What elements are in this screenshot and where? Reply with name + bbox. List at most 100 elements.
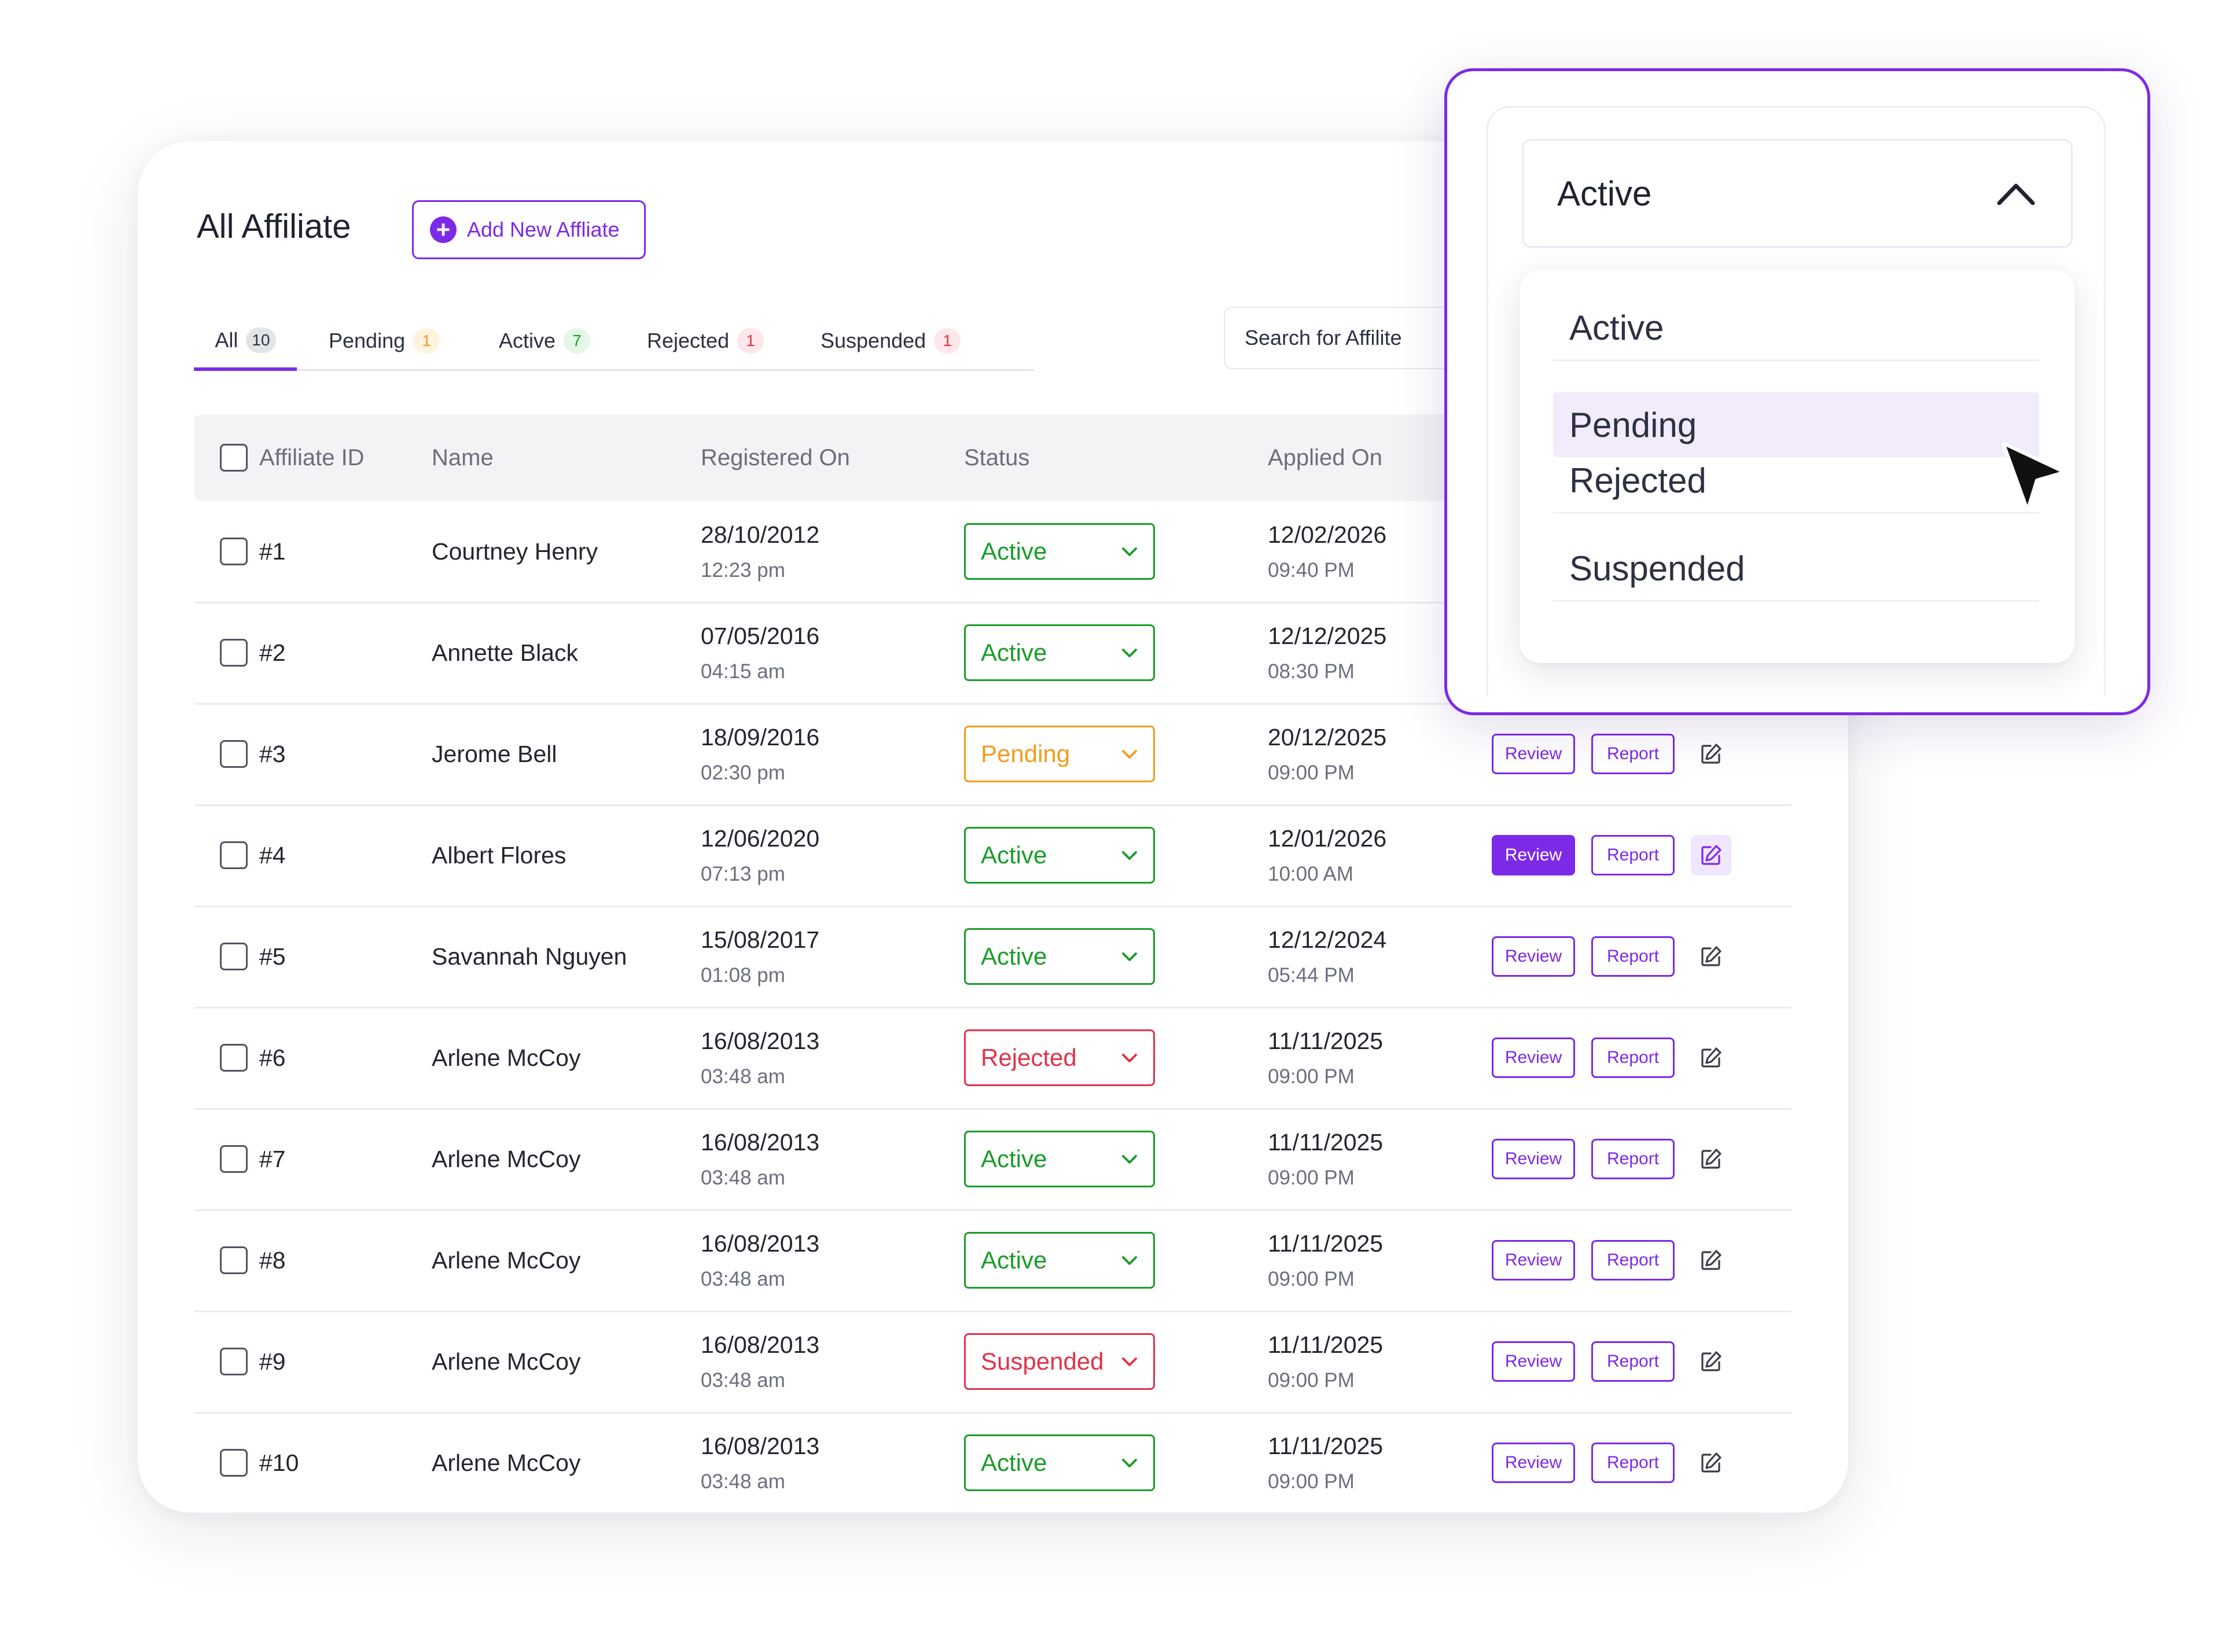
affiliate-name: Jerome Bell (432, 740, 557, 767)
registered-date: 16/08/2013 (701, 1432, 820, 1459)
tab-suspended[interactable]: Suspended 1 (821, 312, 961, 369)
edit-button[interactable] (1691, 1341, 1731, 1382)
table-row: #9 Arlene McCoy 16/08/2013 03:48 am Suspende… (194, 1311, 1791, 1414)
edit-button[interactable] (1691, 734, 1731, 774)
registered-time: 03:48 am (701, 1166, 785, 1189)
tab-rejected[interactable]: Rejected 1 (647, 312, 764, 369)
report-button[interactable]: Report (1591, 1240, 1675, 1281)
applied-on: 12/02/2026 09:40 PM (1268, 501, 1386, 602)
edit-icon (1701, 1452, 1721, 1473)
applied-time: 09:40 PM (1268, 558, 1355, 582)
status-select[interactable]: Active (964, 827, 1155, 884)
review-button[interactable]: Review (1492, 1240, 1575, 1281)
applied-on: 11/11/2025 09:00 PM (1268, 1210, 1383, 1311)
edit-button[interactable] (1691, 1139, 1731, 1179)
review-button[interactable]: Review (1492, 1037, 1575, 1078)
applied-on: 11/11/2025 09:00 PM (1268, 1007, 1383, 1108)
status-tabs: All 10 Pending 1 Active 7 Rejected 1 Sus… (194, 312, 1034, 371)
applied-time: 09:00 PM (1268, 1267, 1355, 1290)
status-select[interactable]: Rejected (964, 1029, 1155, 1086)
registered-time: 03:48 am (701, 1267, 785, 1290)
affiliate-name: Arlene McCoy (432, 1044, 581, 1071)
status-select[interactable]: Active (964, 523, 1155, 580)
search-input[interactable]: Search for Affilite (1224, 307, 1467, 369)
applied-date: 11/11/2025 (1268, 1331, 1384, 1358)
chevron-down-icon (1122, 1459, 1137, 1467)
status-select[interactable]: Active (964, 1232, 1155, 1289)
status-select[interactable]: Active (964, 1434, 1155, 1491)
row-checkbox[interactable] (220, 943, 248, 970)
registered-time: 01:08 pm (701, 963, 785, 987)
affiliate-id: #10 (259, 1449, 299, 1476)
status-select[interactable]: Active (1522, 139, 2073, 248)
affiliate-name: Arlene McCoy (432, 1246, 581, 1274)
tab-active[interactable]: Active 7 (499, 312, 591, 369)
review-button[interactable]: Review (1492, 1139, 1575, 1179)
registered-on: 16/08/2013 03:48 am (701, 1412, 819, 1513)
status-select[interactable]: Active (964, 928, 1155, 985)
edit-button[interactable] (1691, 835, 1731, 875)
registered-on: 28/10/2012 12:23 pm (701, 501, 819, 602)
tab-pending[interactable]: Pending 1 (329, 312, 440, 369)
row-checkbox[interactable] (220, 1145, 248, 1173)
report-button[interactable]: Report (1591, 1139, 1675, 1179)
report-button[interactable]: Report (1591, 835, 1675, 875)
affiliate-id: #6 (259, 1044, 286, 1071)
tab-label: Suspended (821, 329, 926, 352)
edit-button[interactable] (1691, 1443, 1731, 1483)
row-checkbox[interactable] (220, 1348, 248, 1375)
tab-label: Pending (329, 329, 406, 352)
review-button[interactable]: Review (1492, 936, 1575, 977)
status-select[interactable]: Active (964, 1131, 1155, 1187)
row-checkbox-cell (220, 704, 248, 804)
chevron-down-icon (1122, 851, 1137, 860)
column-header: Applied On (1268, 444, 1382, 470)
row-checkbox-cell (220, 906, 248, 1007)
row-checkbox-cell (220, 501, 248, 602)
edit-icon (1701, 946, 1721, 966)
status-value: Active (981, 639, 1047, 666)
status-select[interactable]: Pending (964, 726, 1155, 782)
review-button[interactable]: Review (1492, 1443, 1575, 1483)
review-button[interactable]: Review (1492, 734, 1575, 774)
status-value: Active (981, 1246, 1047, 1274)
applied-date: 12/01/2026 (1268, 825, 1387, 852)
status-option-rejected[interactable]: Rejected (1553, 449, 2039, 514)
chevron-down-icon (1122, 649, 1137, 657)
status-option-pending[interactable]: Pending (1553, 392, 2039, 457)
report-button[interactable]: Report (1591, 1341, 1675, 1382)
applied-on: 11/11/2025 09:00 PM (1268, 1109, 1383, 1209)
row-checkbox[interactable] (220, 639, 248, 667)
row-checkbox[interactable] (220, 1246, 248, 1274)
row-checkbox[interactable] (220, 538, 248, 565)
status-select[interactable]: Active (964, 624, 1155, 681)
tab-label: Active (499, 329, 556, 352)
edit-button[interactable] (1691, 1240, 1731, 1281)
table-row: #10 Arlene McCoy 16/08/2013 03:48 am Active 1… (194, 1412, 1791, 1515)
applied-date: 12/12/2025 (1268, 622, 1387, 649)
applied-time: 10:00 AM (1268, 862, 1353, 885)
report-button[interactable]: Report (1591, 1037, 1675, 1078)
row-checkbox[interactable] (220, 1449, 248, 1477)
select-all-checkbox[interactable] (220, 444, 248, 472)
edit-button[interactable] (1691, 936, 1731, 977)
edit-button[interactable] (1691, 1037, 1731, 1078)
status-option-suspended[interactable]: Suspended (1553, 537, 2039, 602)
chevron-down-icon (1122, 952, 1137, 961)
applied-date: 12/02/2026 (1268, 521, 1387, 548)
registered-date: 18/09/2016 (701, 723, 820, 750)
add-affiliate-button[interactable]: + Add New Affliate (412, 200, 646, 259)
row-checkbox[interactable] (220, 1044, 248, 1072)
tab-all[interactable]: All 10 (194, 312, 297, 371)
status-select[interactable]: Suspended (964, 1333, 1155, 1390)
review-button[interactable]: Review (1492, 835, 1575, 875)
status-option-active[interactable]: Active (1553, 296, 2039, 361)
report-button[interactable]: Report (1591, 1443, 1675, 1483)
row-checkbox[interactable] (220, 740, 248, 768)
table-row: #3 Jerome Bell 18/09/2016 02:30 pm Pending 20… (194, 704, 1791, 806)
report-button[interactable]: Report (1591, 936, 1675, 977)
report-button[interactable]: Report (1591, 734, 1675, 774)
row-checkbox[interactable] (220, 841, 248, 869)
edit-icon (1701, 1351, 1721, 1371)
review-button[interactable]: Review (1492, 1341, 1575, 1382)
